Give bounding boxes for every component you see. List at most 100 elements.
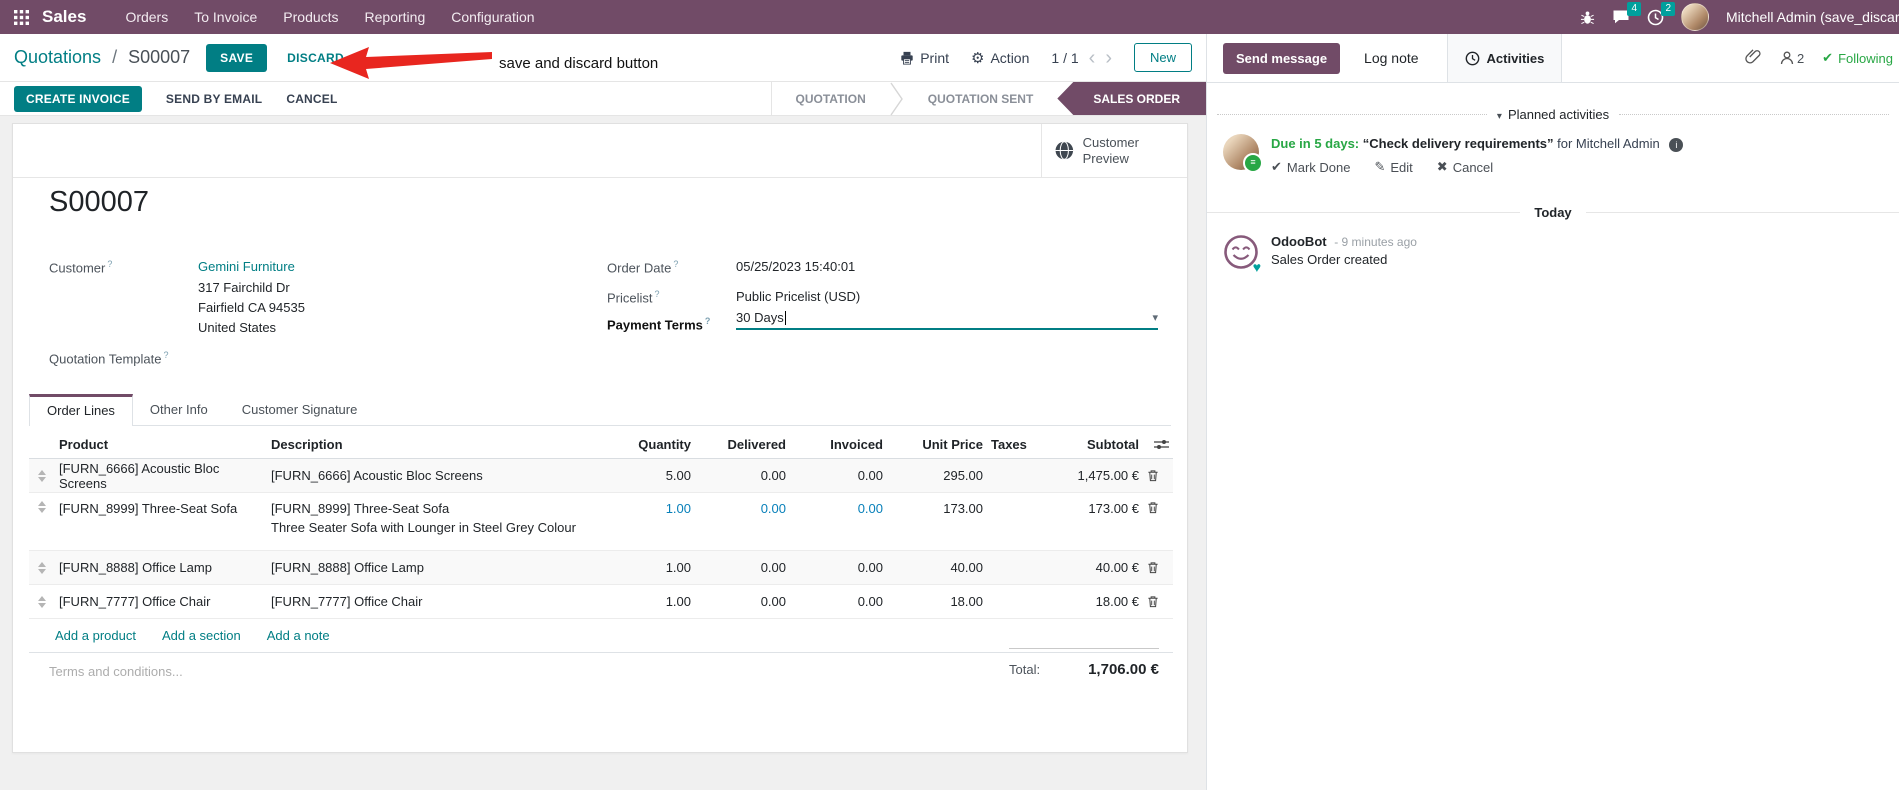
user-name[interactable]: Mitchell Admin (save_discar xyxy=(1726,9,1899,25)
add-product-link[interactable]: Add a product xyxy=(55,628,136,643)
payment-terms-field[interactable]: 30 Days ▾ xyxy=(736,310,1158,330)
drag-handle-icon[interactable] xyxy=(29,469,55,482)
info-icon[interactable]: i xyxy=(1669,138,1684,152)
line-delivered[interactable]: 0.00 xyxy=(695,594,790,609)
delete-line-icon[interactable] xyxy=(1143,595,1173,608)
line-delivered[interactable]: 0.00 xyxy=(695,560,790,575)
col-product[interactable]: Product xyxy=(55,437,267,452)
payment-terms-label: Payment Terms? xyxy=(607,316,711,333)
line-invoiced[interactable]: 0.00 xyxy=(790,560,887,575)
planned-activities-header[interactable]: ▾ Planned activities xyxy=(1217,107,1890,122)
pager-next-icon[interactable]: › xyxy=(1105,48,1112,68)
line-description[interactable]: [FURN_7777] Office Chair xyxy=(267,594,607,609)
chevron-down-icon[interactable]: ▾ xyxy=(1152,311,1158,324)
cancel-activity-button[interactable]: ✖ Cancel xyxy=(1437,159,1493,175)
delete-line-icon[interactable] xyxy=(1143,493,1173,514)
line-unit-price[interactable]: 295.00 xyxy=(887,468,987,483)
drag-handle-icon[interactable] xyxy=(29,595,55,608)
terms-placeholder[interactable]: Terms and conditions... xyxy=(49,664,183,679)
log-note-button[interactable]: Log note xyxy=(1364,50,1419,66)
mark-done-button[interactable]: ✔ Mark Done xyxy=(1271,159,1350,175)
total-label: Total: xyxy=(1009,662,1041,677)
line-unit-price[interactable]: 18.00 xyxy=(887,594,987,609)
stage-quotation[interactable]: QUOTATION xyxy=(772,82,890,115)
tab-order-lines[interactable]: Order Lines xyxy=(29,394,133,426)
col-delivered[interactable]: Delivered xyxy=(695,437,790,452)
col-quantity[interactable]: Quantity xyxy=(607,437,695,452)
edit-activity-button[interactable]: ✎ Edit xyxy=(1374,159,1412,175)
text-cursor xyxy=(784,310,786,325)
delete-line-icon[interactable] xyxy=(1143,561,1173,574)
customer-link[interactable]: Gemini Furniture xyxy=(198,259,295,274)
line-product[interactable]: [FURN_6666] Acoustic Bloc Screens xyxy=(55,461,267,491)
followers-button[interactable]: 2 xyxy=(1780,51,1804,66)
line-quantity[interactable]: 1.00 xyxy=(607,560,695,575)
tab-other-info[interactable]: Other Info xyxy=(133,394,225,425)
line-quantity[interactable]: 1.00 xyxy=(607,594,695,609)
col-subtotal[interactable]: Subtotal xyxy=(1047,437,1143,452)
drag-handle-icon[interactable] xyxy=(29,561,55,574)
new-button[interactable]: New xyxy=(1133,43,1192,72)
line-product[interactable]: [FURN_8999] Three-Seat Sofa xyxy=(55,493,267,516)
activities-clock-icon[interactable]: 2 xyxy=(1647,1,1675,26)
add-note-link[interactable]: Add a note xyxy=(267,628,330,643)
create-invoice-button[interactable]: CREATE INVOICE xyxy=(14,85,142,112)
message-author[interactable]: OdooBot xyxy=(1271,234,1327,249)
line-product[interactable]: [FURN_8888] Office Lamp xyxy=(55,560,267,575)
line-invoiced[interactable]: 0.00 xyxy=(790,493,887,516)
line-invoiced[interactable]: 0.00 xyxy=(790,594,887,609)
save-button[interactable]: SAVE xyxy=(206,43,268,72)
menu-configuration[interactable]: Configuration xyxy=(438,0,547,34)
add-section-link[interactable]: Add a section xyxy=(162,628,241,643)
debug-bug-icon[interactable] xyxy=(1580,10,1595,25)
delete-line-icon[interactable] xyxy=(1143,469,1173,482)
apps-grid-icon[interactable] xyxy=(0,0,42,34)
discard-button[interactable]: DISCARD xyxy=(287,51,344,65)
messages-icon[interactable]: 4 xyxy=(1612,2,1641,25)
activity-actions: ✔ Mark Done ✎ Edit ✖ Cancel xyxy=(1271,159,1683,175)
tab-customer-signature[interactable]: Customer Signature xyxy=(225,394,375,425)
menu-products[interactable]: Products xyxy=(270,0,351,34)
optional-columns-icon[interactable] xyxy=(1143,438,1173,451)
line-unit-price[interactable]: 173.00 xyxy=(887,493,987,516)
action-button[interactable]: ⚙ Action xyxy=(971,49,1029,67)
table-row: [FURN_8999] Three-Seat Sofa [FURN_8999] … xyxy=(29,493,1173,551)
print-button[interactable]: Print xyxy=(900,50,949,66)
line-description[interactable]: [FURN_6666] Acoustic Bloc Screens xyxy=(267,468,607,483)
pricelist-value[interactable]: Public Pricelist (USD) xyxy=(736,289,860,304)
customer-preview-button[interactable]: Customer Preview xyxy=(1041,124,1187,177)
pager-previous-icon[interactable]: ‹ xyxy=(1089,48,1096,68)
line-description[interactable]: [FURN_8999] Three-Seat Sofa Three Seater… xyxy=(267,493,607,535)
line-product[interactable]: [FURN_7777] Office Chair xyxy=(55,594,267,609)
menu-orders[interactable]: Orders xyxy=(112,0,181,34)
order-date-value[interactable]: 05/25/2023 15:40:01 xyxy=(736,259,855,274)
line-quantity[interactable]: 5.00 xyxy=(607,468,695,483)
line-invoiced[interactable]: 0.00 xyxy=(790,468,887,483)
send-by-email-button[interactable]: SEND BY EMAIL xyxy=(166,92,262,106)
user-avatar[interactable] xyxy=(1681,3,1709,31)
clock-icon xyxy=(1465,51,1479,65)
stage-sales-order[interactable]: SALES ORDER xyxy=(1057,82,1206,115)
activities-tab[interactable]: Activities xyxy=(1446,34,1563,82)
cancel-button[interactable]: CANCEL xyxy=(286,92,337,106)
app-name[interactable]: Sales xyxy=(42,7,86,27)
col-unit-price[interactable]: Unit Price xyxy=(887,437,987,452)
drag-handle-icon[interactable] xyxy=(29,493,55,513)
col-description[interactable]: Description xyxy=(267,437,607,452)
menu-reporting[interactable]: Reporting xyxy=(352,0,439,34)
line-description[interactable]: [FURN_8888] Office Lamp xyxy=(267,560,607,575)
menu-to-invoice[interactable]: To Invoice xyxy=(181,0,270,34)
line-delivered[interactable]: 0.00 xyxy=(695,493,790,516)
col-taxes[interactable]: Taxes xyxy=(987,437,1047,452)
attachment-paperclip-icon[interactable] xyxy=(1745,48,1762,68)
send-message-button[interactable]: Send message xyxy=(1223,42,1341,74)
line-quantity[interactable]: 1.00 xyxy=(607,493,695,516)
followers-count: 2 xyxy=(1796,50,1805,66)
stage-quotation-sent[interactable]: QUOTATION SENT xyxy=(904,82,1058,115)
following-button[interactable]: ✔ Following xyxy=(1822,50,1893,66)
line-taxes[interactable] xyxy=(987,493,1047,501)
line-unit-price[interactable]: 40.00 xyxy=(887,560,987,575)
line-delivered[interactable]: 0.00 xyxy=(695,468,790,483)
col-invoiced[interactable]: Invoiced xyxy=(790,437,887,452)
breadcrumb-quotations[interactable]: Quotations xyxy=(14,47,101,67)
